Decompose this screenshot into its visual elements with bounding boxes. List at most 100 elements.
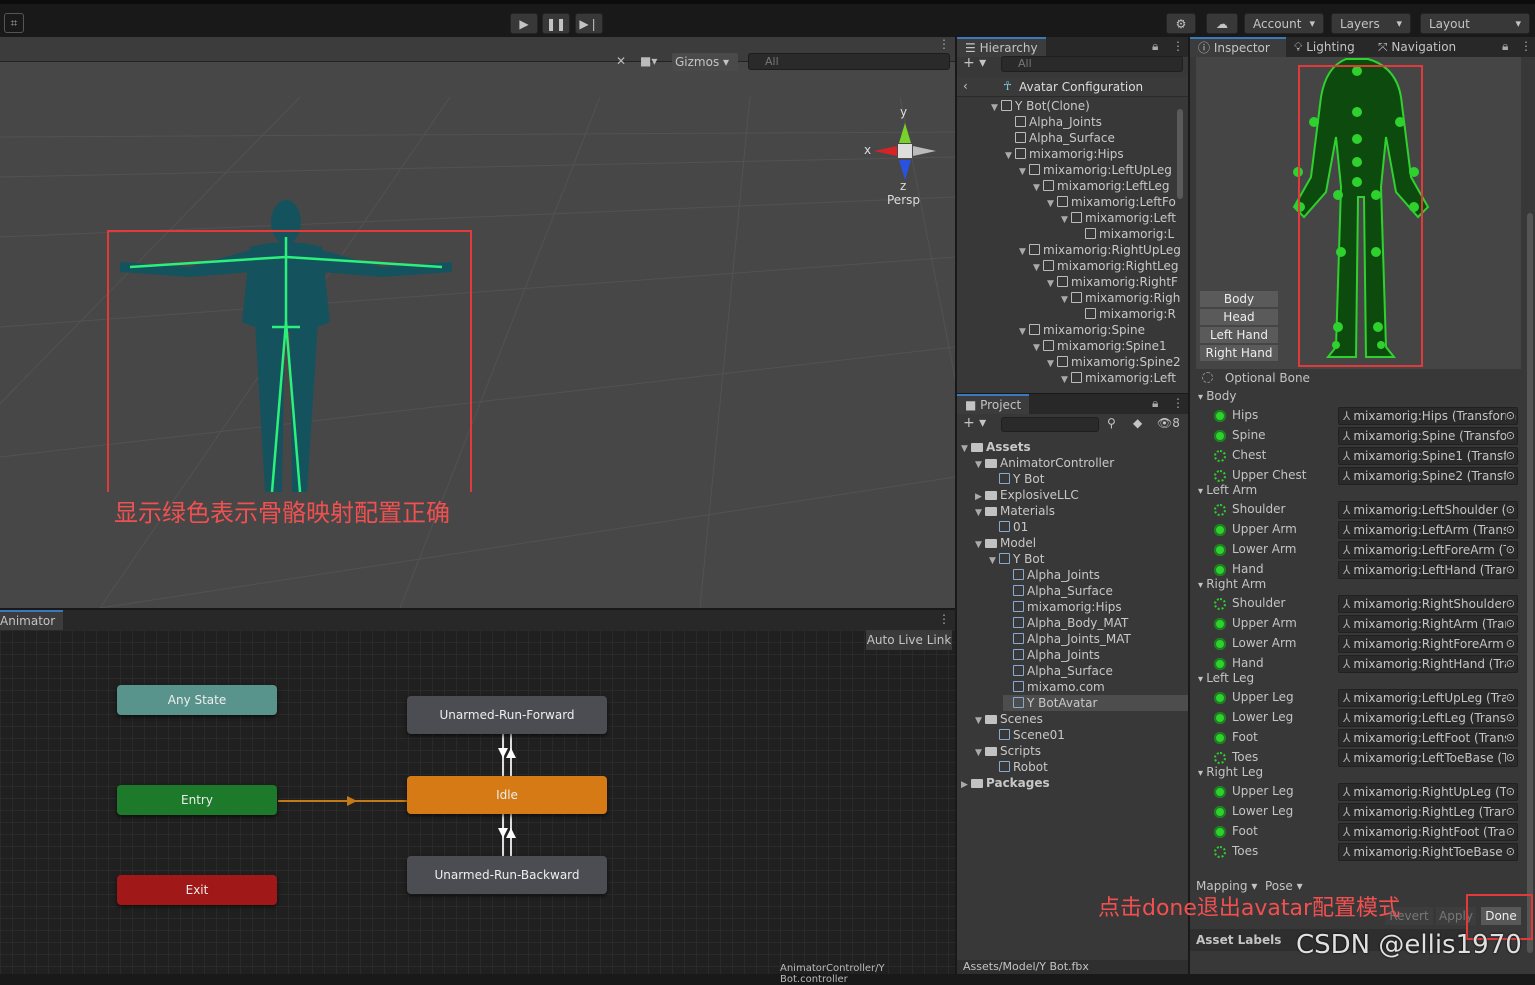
- state-any-state[interactable]: Any State: [117, 685, 277, 715]
- tab-inspector[interactable]: ⓘ Inspector: [1190, 37, 1286, 57]
- bone-transform-field[interactable]: ⅄mixamorig:RightToeBase (: [1338, 843, 1518, 861]
- project-item[interactable]: Alpha_Joints: [1003, 647, 1100, 663]
- project-item[interactable]: ▶Packages: [961, 775, 1050, 791]
- bone-transform-field[interactable]: ⅄mixamorig:LeftShoulder (T: [1338, 501, 1518, 519]
- expand-arrow-icon[interactable]: ▼: [1061, 212, 1071, 228]
- project-item[interactable]: ▼Model: [975, 535, 1036, 551]
- scene-view[interactable]: y x z Persp 显示绿色表示骨骼映射配置正确: [0, 37, 955, 608]
- expand-arrow-icon[interactable]: ▼: [1019, 244, 1029, 260]
- hierarchy-item[interactable]: ▼mixamorig:Righ: [1061, 290, 1180, 306]
- gizmos-dropdown[interactable]: Gizmos ▾: [672, 53, 738, 71]
- expand-arrow-icon[interactable]: ▼: [991, 100, 1001, 116]
- inspector-scrollbar[interactable]: [1527, 213, 1533, 953]
- hierarchy-item[interactable]: Alpha_Surface: [1005, 130, 1115, 146]
- state-entry[interactable]: Entry: [117, 785, 277, 815]
- bone-transform-field[interactable]: ⅄mixamorig:RightForeArm (: [1338, 635, 1518, 653]
- hierarchy-item[interactable]: ▼mixamorig:Left: [1061, 370, 1176, 386]
- hierarchy-item[interactable]: ▼mixamorig:Left: [1061, 210, 1176, 226]
- project-item[interactable]: ▼Y Bot: [989, 551, 1044, 567]
- layers-dropdown[interactable]: Layers: [1331, 13, 1411, 34]
- left-hand-view-button[interactable]: Left Hand: [1200, 327, 1278, 343]
- project-item[interactable]: ▼Scenes: [975, 711, 1043, 727]
- menu-dots-icon[interactable]: ⋮: [938, 37, 950, 51]
- hierarchy-item[interactable]: Alpha_Joints: [1005, 114, 1102, 130]
- project-item[interactable]: Y BotAvatar: [1003, 695, 1188, 711]
- add-button[interactable]: + ▾: [963, 55, 986, 71]
- bone-transform-field[interactable]: ⅄mixamorig:RightHand (Tra: [1338, 655, 1518, 673]
- expand-arrow-icon[interactable]: ▼: [1019, 164, 1029, 180]
- project-item[interactable]: Alpha_Joints: [1003, 567, 1100, 583]
- services-button[interactable]: ⚙: [1166, 13, 1196, 34]
- bone-group-header[interactable]: Body: [1198, 389, 1237, 403]
- expand-arrow-icon[interactable]: ▼: [975, 537, 985, 553]
- unity-logo-icon[interactable]: ⌗: [4, 13, 24, 33]
- hierarchy-item[interactable]: ▼mixamorig:Spine1: [1033, 338, 1167, 354]
- project-item[interactable]: Y Bot: [989, 471, 1044, 487]
- hierarchy-item[interactable]: ▼mixamorig:RightF: [1047, 274, 1178, 290]
- bone-transform-field[interactable]: ⅄mixamorig:LeftArm (Transf: [1338, 521, 1518, 539]
- head-view-button[interactable]: Head: [1200, 309, 1278, 325]
- persp-label[interactable]: Persp: [887, 193, 920, 207]
- bone-transform-field[interactable]: ⅄mixamorig:LeftToeBase (T: [1338, 749, 1518, 767]
- label-icon[interactable]: ◆: [1133, 416, 1142, 430]
- bone-transform-field[interactable]: ⅄mixamorig:LeftHand (Tran: [1338, 561, 1518, 579]
- body-view-button[interactable]: Body: [1200, 291, 1278, 307]
- project-search-input[interactable]: [1001, 417, 1099, 432]
- layout-dropdown[interactable]: Layout: [1420, 13, 1530, 34]
- expand-arrow-icon[interactable]: ▼: [1047, 356, 1057, 372]
- add-button[interactable]: + ▾: [963, 415, 986, 431]
- bone-transform-field[interactable]: ⅄mixamorig:RightShoulder (: [1338, 595, 1518, 613]
- hidden-count[interactable]: 👁︎8: [1157, 416, 1180, 430]
- state-idle[interactable]: Idle: [407, 776, 607, 814]
- hierarchy-item[interactable]: ▼mixamorig:RightUpLeg: [1019, 242, 1181, 258]
- right-hand-view-button[interactable]: Right Hand: [1200, 345, 1278, 361]
- menu-dots-icon[interactable]: ⋮: [1520, 39, 1532, 53]
- state-run-backward[interactable]: Unarmed-Run-Backward: [407, 856, 607, 894]
- back-icon[interactable]: ‹: [963, 79, 968, 93]
- expand-arrow-icon[interactable]: ▼: [1047, 276, 1057, 292]
- hierarchy-item[interactable]: ▼mixamorig:RightLeg: [1033, 258, 1179, 274]
- project-item[interactable]: Alpha_Body_MAT: [1003, 615, 1128, 631]
- bone-transform-field[interactable]: ⅄mixamorig:RightFoot (Tran: [1338, 823, 1518, 841]
- expand-arrow-icon[interactable]: ▼: [1061, 292, 1071, 308]
- hierarchy-item[interactable]: ▼mixamorig:LeftLeg: [1033, 178, 1170, 194]
- expand-arrow-icon[interactable]: ▼: [1019, 324, 1029, 340]
- project-item[interactable]: ▼Scripts: [975, 743, 1041, 759]
- pause-button[interactable]: ❚❚: [542, 13, 570, 34]
- tools-icon[interactable]: ✕: [616, 54, 626, 68]
- tab-project[interactable]: ■ Project: [957, 394, 1029, 414]
- tab-navigation[interactable]: ⤧ Navigation: [1370, 37, 1464, 57]
- bone-group-header[interactable]: Right Leg: [1198, 765, 1263, 779]
- tab-lighting[interactable]: 💡︎ Lighting: [1286, 37, 1363, 57]
- bone-transform-field[interactable]: ⅄mixamorig:RightUpLeg (Tr: [1338, 783, 1518, 801]
- hierarchy-item[interactable]: mixamorig:L: [1075, 226, 1174, 242]
- bone-transform-field[interactable]: ⅄mixamorig:RightArm (Tran:: [1338, 615, 1518, 633]
- tab-animator[interactable]: Animator: [0, 610, 63, 630]
- bone-transform-field[interactable]: ⅄mixamorig:Spine1 (Transfo: [1338, 447, 1518, 465]
- project-item[interactable]: Scene01: [989, 727, 1065, 743]
- camera-icon[interactable]: ■▾: [640, 54, 657, 68]
- bone-group-header[interactable]: Left Leg: [1198, 671, 1254, 685]
- avatar-body-view[interactable]: Body Head Left Hand Right Hand: [1196, 57, 1521, 369]
- project-item[interactable]: Robot: [989, 759, 1048, 775]
- expand-arrow-icon[interactable]: ▼: [975, 457, 985, 473]
- character-model[interactable]: [100, 192, 500, 492]
- menu-dots-icon[interactable]: ⋮: [938, 612, 950, 626]
- bone-transform-field[interactable]: ⅄mixamorig:LeftLeg (Transf: [1338, 709, 1518, 727]
- account-dropdown[interactable]: Account: [1244, 13, 1324, 34]
- expand-arrow-icon[interactable]: ▼: [1005, 148, 1015, 164]
- hierarchy-item[interactable]: ▼mixamorig:Spine: [1019, 322, 1145, 338]
- expand-arrow-icon[interactable]: ▼: [975, 745, 985, 761]
- bone-group-header[interactable]: Left Arm: [1198, 483, 1257, 497]
- bone-transform-field[interactable]: ⅄mixamorig:LeftUpLeg (Tra: [1338, 689, 1518, 707]
- hierarchy-scrollbar[interactable]: [1177, 109, 1183, 199]
- hierarchy-item[interactable]: ▼mixamorig:LeftFo: [1047, 194, 1176, 210]
- project-item[interactable]: mixamo.com: [1003, 679, 1105, 695]
- project-item[interactable]: ▼Materials: [975, 503, 1055, 519]
- orientation-gizmo[interactable]: y x z Persp: [862, 105, 942, 205]
- expand-arrow-icon[interactable]: ▶: [961, 777, 971, 793]
- play-button[interactable]: ▶: [510, 13, 538, 34]
- project-item[interactable]: Alpha_Surface: [1003, 663, 1113, 679]
- project-item[interactable]: mixamorig:Hips: [1003, 599, 1122, 615]
- expand-arrow-icon[interactable]: ▼: [961, 441, 971, 457]
